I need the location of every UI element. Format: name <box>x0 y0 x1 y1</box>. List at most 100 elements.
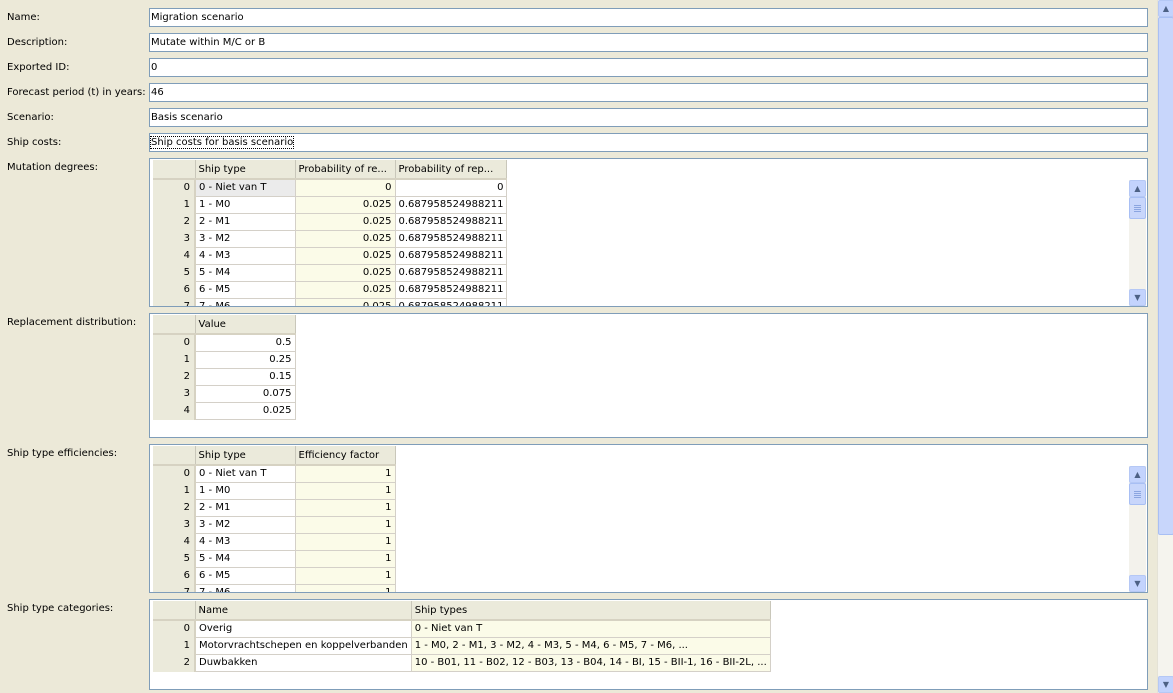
category-name-cell[interactable]: Motorvrachtschepen en koppelverbanden <box>195 637 412 655</box>
ship-type-cell[interactable]: 3 - M2 <box>195 516 296 534</box>
ship-type-efficiencies-panel[interactable]: Ship type Efficiency factor 0 0 - Niet v… <box>149 444 1148 593</box>
table-row[interactable]: 0 0.5 <box>153 334 296 352</box>
probability-cell[interactable]: 0.687958524988211 <box>395 247 508 265</box>
ship-type-cell[interactable]: 4 - M3 <box>195 247 296 265</box>
column-header-ship-type[interactable]: Ship type <box>195 446 296 466</box>
table-row[interactable]: 1 1 - M0 0.025 0.687958524988211 <box>153 196 508 214</box>
ship-type-cell[interactable]: 7 - M6 <box>195 298 296 306</box>
ship-type-cell[interactable]: 5 - M4 <box>195 550 296 568</box>
scroll-thumb[interactable] <box>1129 197 1146 219</box>
probability-cell[interactable]: 0.025 <box>295 247 396 265</box>
table-row[interactable]: 4 0.025 <box>153 402 296 420</box>
arrow-up-icon[interactable]: ▲ <box>1129 466 1146 483</box>
efficiency-cell[interactable]: 1 <box>295 567 396 585</box>
efficiency-cell[interactable]: 1 <box>295 499 396 517</box>
category-name-cell[interactable]: Duwbakken <box>195 654 412 672</box>
efficiency-cell[interactable]: 1 <box>295 516 396 534</box>
ship-type-cell[interactable]: 2 - M1 <box>195 213 296 231</box>
value-cell[interactable]: 0.075 <box>195 385 296 403</box>
ship-type-cell[interactable]: 6 - M5 <box>195 567 296 585</box>
value-cell[interactable]: 0.5 <box>195 334 296 352</box>
table-row[interactable]: 6 6 - M5 0.025 0.687958524988211 <box>153 281 508 299</box>
probability-cell[interactable]: 0.025 <box>295 264 396 282</box>
arrow-up-icon[interactable]: ▲ <box>1158 0 1173 17</box>
ship-type-cell[interactable]: 7 - M6 <box>195 584 296 592</box>
name-field[interactable]: Migration scenario <box>149 8 1148 27</box>
arrow-up-icon[interactable]: ▲ <box>1129 180 1146 197</box>
probability-cell[interactable]: 0.687958524988211 <box>395 230 508 248</box>
table-row[interactable]: 0 Overig 0 - Niet van T <box>153 620 771 638</box>
table-row[interactable]: 4 4 - M3 0.025 0.687958524988211 <box>153 247 508 265</box>
column-header-probability-1[interactable]: Probability of re... <box>295 160 396 180</box>
efficiency-cell[interactable]: 1 <box>295 584 396 592</box>
probability-cell[interactable]: 0 <box>395 179 508 197</box>
ship-type-cell[interactable]: 0 - Niet van T <box>195 465 296 483</box>
efficiency-cell[interactable]: 1 <box>295 533 396 551</box>
mutation-scrollbar[interactable]: ▲ ▼ <box>1129 180 1146 306</box>
probability-cell[interactable]: 0.687958524988211 <box>395 281 508 299</box>
efficiency-cell[interactable]: 1 <box>295 465 396 483</box>
table-row[interactable]: 0 0 - Niet van T 1 <box>153 465 396 483</box>
probability-cell[interactable]: 0.025 <box>295 196 396 214</box>
probability-cell[interactable]: 0 <box>295 179 396 197</box>
category-ship-types-cell[interactable]: 1 - M0, 2 - M1, 3 - M2, 4 - M3, 5 - M4, … <box>411 637 771 655</box>
value-cell[interactable]: 0.025 <box>195 402 296 420</box>
table-row[interactable]: 7 7 - M6 1 <box>153 584 396 592</box>
ship-costs-field[interactable]: Ship costs for basis scenario <box>149 133 1148 152</box>
table-row[interactable]: 7 7 - M6 0.025 0.687958524988211 <box>153 298 508 306</box>
mutation-degrees-panel[interactable]: Ship type Probability of re... Probabili… <box>149 158 1148 307</box>
table-row[interactable]: 2 2 - M1 0.025 0.687958524988211 <box>153 213 508 231</box>
column-header-value[interactable]: Value <box>195 315 296 335</box>
column-header-ship-type[interactable]: Ship type <box>195 160 296 180</box>
table-row[interactable]: 2 2 - M1 1 <box>153 499 396 517</box>
forecast-period-field[interactable]: 46 <box>149 83 1148 102</box>
table-row[interactable]: 3 0.075 <box>153 385 296 403</box>
ship-type-cell[interactable]: 4 - M3 <box>195 533 296 551</box>
table-row[interactable]: 3 3 - M2 1 <box>153 516 396 534</box>
table-row[interactable]: 3 3 - M2 0.025 0.687958524988211 <box>153 230 508 248</box>
ship-type-cell[interactable]: 2 - M1 <box>195 499 296 517</box>
table-row[interactable]: 1 0.25 <box>153 351 296 369</box>
exported-id-field[interactable]: 0 <box>149 58 1148 77</box>
table-row[interactable]: 4 4 - M3 1 <box>153 533 396 551</box>
ship-type-cell[interactable]: 1 - M0 <box>195 196 296 214</box>
scroll-thumb[interactable] <box>1129 483 1146 505</box>
replacement-distribution-panel[interactable]: Value 0 0.5 1 0.25 2 0.15 3 0.075 4 0.02… <box>149 313 1148 438</box>
column-header-efficiency-factor[interactable]: Efficiency factor <box>295 446 396 466</box>
probability-cell[interactable]: 0.025 <box>295 281 396 299</box>
category-ship-types-cell[interactable]: 0 - Niet van T <box>411 620 771 638</box>
arrow-down-icon[interactable]: ▼ <box>1129 289 1146 306</box>
probability-cell[interactable]: 0.025 <box>295 298 396 306</box>
efficiency-cell[interactable]: 1 <box>295 482 396 500</box>
probability-cell[interactable]: 0.687958524988211 <box>395 264 508 282</box>
scenario-field[interactable]: Basis scenario <box>149 108 1148 127</box>
table-row[interactable]: 2 Duwbakken 10 - B01, 11 - B02, 12 - B03… <box>153 654 771 672</box>
table-row[interactable]: 1 Motorvrachtschepen en koppelverbanden … <box>153 637 771 655</box>
table-row[interactable]: 2 0.15 <box>153 368 296 386</box>
value-cell[interactable]: 0.15 <box>195 368 296 386</box>
ship-type-categories-panel[interactable]: Name Ship types 0 Overig 0 - Niet van T … <box>149 599 1148 690</box>
arrow-down-icon[interactable]: ▼ <box>1158 676 1173 693</box>
probability-cell[interactable]: 0.025 <box>295 230 396 248</box>
efficiencies-scrollbar[interactable]: ▲ ▼ <box>1129 466 1146 592</box>
category-ship-types-cell[interactable]: 10 - B01, 11 - B02, 12 - B03, 13 - B04, … <box>411 654 771 672</box>
ship-type-cell[interactable]: 3 - M2 <box>195 230 296 248</box>
column-header-probability-2[interactable]: Probability of rep... <box>395 160 508 180</box>
category-name-cell[interactable]: Overig <box>195 620 412 638</box>
arrow-down-icon[interactable]: ▼ <box>1129 575 1146 592</box>
table-row[interactable]: 5 5 - M4 1 <box>153 550 396 568</box>
ship-type-cell[interactable]: 0 - Niet van T <box>195 179 296 197</box>
table-row[interactable]: 1 1 - M0 1 <box>153 482 396 500</box>
page-scrollbar[interactable]: ▲ ▼ <box>1157 0 1173 693</box>
value-cell[interactable]: 0.25 <box>195 351 296 369</box>
probability-cell[interactable]: 0.687958524988211 <box>395 196 508 214</box>
ship-type-cell[interactable]: 1 - M0 <box>195 482 296 500</box>
efficiency-cell[interactable]: 1 <box>295 550 396 568</box>
column-header-name[interactable]: Name <box>195 601 412 621</box>
description-field[interactable]: Mutate within M/C or B <box>149 33 1148 52</box>
table-row[interactable]: 6 6 - M5 1 <box>153 567 396 585</box>
column-header-ship-types[interactable]: Ship types <box>411 601 771 621</box>
probability-cell[interactable]: 0.025 <box>295 213 396 231</box>
table-row[interactable]: 5 5 - M4 0.025 0.687958524988211 <box>153 264 508 282</box>
ship-type-cell[interactable]: 5 - M4 <box>195 264 296 282</box>
